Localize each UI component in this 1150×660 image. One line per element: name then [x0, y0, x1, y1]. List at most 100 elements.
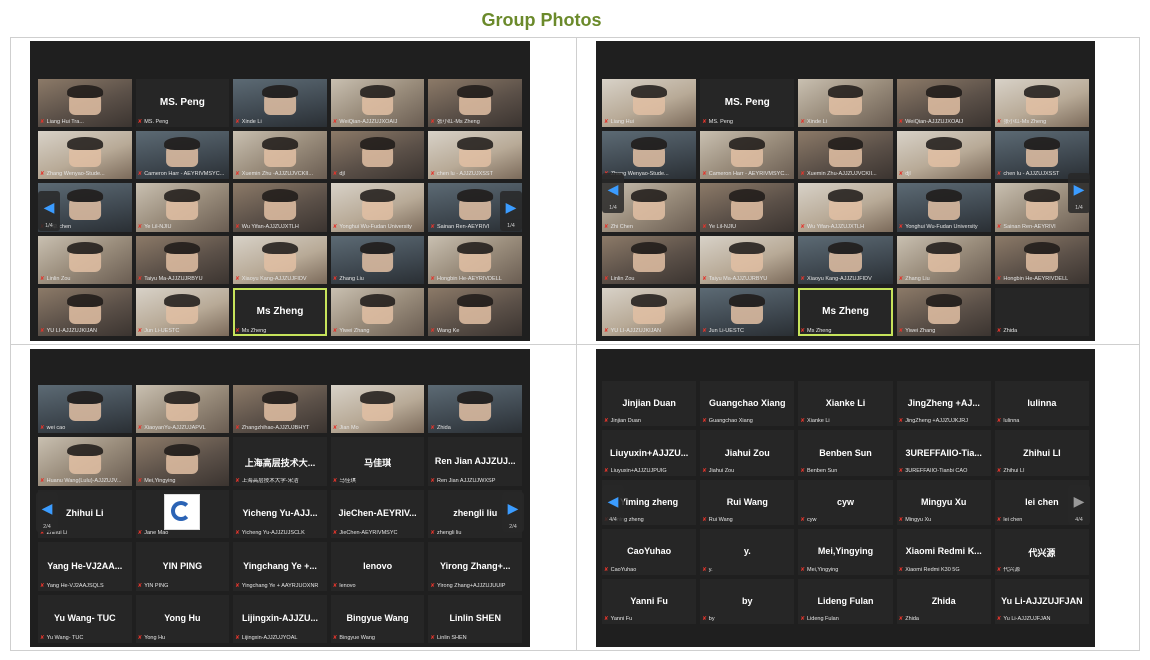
participant-tile[interactable]: JingZheng +AJ... ✘ JingZheng +AJJZUJKJRJ [896, 381, 991, 427]
participant-tile[interactable]: ✘ Wu Yifan-AJJZUJXTLH [233, 183, 327, 232]
participant-tile[interactable]: ✘ Hongbin He-AEYRIVDELL [994, 235, 1089, 284]
participant-tile[interactable]: ✘ Yiwei Zhang [330, 287, 425, 336]
participant-tile[interactable]: ✘ Zhang Liu [330, 235, 425, 284]
participant-tile[interactable]: JieChen-AEYRIV... ✘ JieChen-AEYRIVMSYC [330, 489, 425, 539]
participant-tile[interactable]: ✘ Liang Hui Tra... [38, 79, 132, 128]
participant-tile[interactable]: Yicheng Yu-AJJ... ✘ Yicheng Yu-AJJZUJSCLK [233, 489, 327, 539]
participant-tile[interactable]: Guangchao Xiang ✘ Guangchao Xiang [700, 381, 795, 427]
participant-tile[interactable]: ✘ Zhang Liu [896, 235, 991, 284]
participant-tile[interactable]: ✘ Mei,Yingying [135, 437, 230, 486]
participant-tile[interactable]: ✘ Zhangzhihao-AJJZUJBHYT [233, 385, 327, 434]
participant-tile[interactable]: Linlin SHEN ✘ Linlin SHEN [428, 594, 522, 643]
participant-tile[interactable]: 上海高层技术大... ✘ 上海高层技术大学-宋洁 [233, 437, 327, 486]
participant-tile[interactable]: MS. Peng ✘ MS. Peng [700, 79, 795, 128]
participant-tile[interactable]: Xianke Li ✘ Xianke Li [798, 381, 893, 427]
participant-tile[interactable]: ✘ Liang Hui [602, 79, 697, 128]
participant-tile[interactable]: Rui Wang ✘ Rui Wang [700, 479, 795, 526]
participant-tile[interactable]: ✘ Zhida [994, 287, 1089, 336]
next-page-button[interactable]: ▶ 4/4 [1068, 485, 1090, 525]
participant-tile[interactable]: Zhihui LI ✘ Zhihui LI [994, 430, 1089, 476]
participant-tile[interactable]: Zhida ✘ Zhida [896, 578, 991, 624]
participant-tile[interactable]: ✘ YU LI-AJJZUJKIJAN [602, 287, 697, 336]
participant-tile[interactable]: ✘ Xuemin Zhu-AJJZUJVCKII... [798, 131, 893, 180]
participant-tile[interactable]: ✘ Yonghui Wu-Fudan University [896, 183, 991, 232]
previous-page-button[interactable]: ◀ 2/4 [36, 492, 58, 532]
next-page-button[interactable]: ▶ 2/4 [502, 492, 524, 532]
participant-tile[interactable]: ✘ Yiwei Zhang [896, 287, 991, 336]
participant-tile[interactable]: ✘ Ye Lil-NJIU [135, 183, 230, 232]
participant-tile[interactable]: 代兴源 ✘ 代兴源 [994, 529, 1089, 575]
previous-page-button[interactable]: ◀ 1/4 [38, 191, 60, 231]
participant-tile[interactable]: ✘ wei cao [38, 385, 132, 434]
participant-tile[interactable]: y. ✘ y. [700, 529, 795, 575]
participant-tile[interactable]: Ms Zheng ✘ Ms Zheng [233, 287, 327, 336]
participant-tile[interactable]: ✘ Cameron Harr - AEYRIVMSYC... [700, 131, 795, 180]
participant-tile[interactable]: Lijingxin-AJJZU... ✘ Lijingxin-AJJZUJYOAL [233, 594, 327, 643]
participant-tile[interactable]: Bingyue Wang ✘ Bingyue Wang [330, 594, 425, 643]
participant-tile[interactable]: Xiaomi Redmi K... ✘ Xiaomi Redmi K30 5G [896, 529, 991, 575]
participant-tile[interactable]: ✘ Yonghui Wu-Fudan University [330, 183, 425, 232]
participant-tile[interactable]: Mingyu Xu ✘ Mingyu Xu [896, 479, 991, 526]
participant-tile[interactable]: ✘ djl [330, 131, 425, 180]
participant-tile[interactable]: Yong Hu ✘ Yong Hu [135, 594, 230, 643]
participant-tile[interactable]: ✘ Zhida [428, 385, 522, 434]
previous-page-button[interactable]: ◀ 1/4 [602, 173, 624, 213]
previous-page-button[interactable]: ◀ 4/4 [602, 485, 624, 525]
participant-tile[interactable]: Ms Zheng ✘ Ms Zheng [798, 287, 893, 336]
participant-tile[interactable]: ✘ 张小红-Ms Zheng [428, 79, 522, 128]
participant-tile[interactable]: ✘ Xinde Li [233, 79, 327, 128]
participant-tile[interactable]: ✘ Taiyu Ma-AJJZUJRBYU [135, 235, 230, 284]
participant-tile[interactable]: ✘ djl [896, 131, 991, 180]
participant-tile[interactable]: ✘ Jun Li-UESTC [700, 287, 795, 336]
participant-tile[interactable]: Yu Li-AJJZUJFJAN ✘ Yu Li-AJJZUJFJAN [994, 578, 1089, 624]
participant-tile[interactable]: Liuyuxin+AJJZU... ✘ Liuyuxin+AJJZUJPUIG [602, 430, 697, 476]
participant-tile[interactable]: Ren Jian AJJZUJ... ✘ Ren Jian AJJZUJWXSP [428, 437, 522, 486]
participant-display-name: cyw [836, 497, 854, 508]
participant-tile[interactable]: Mei,Yingying ✘ Mei,Yingying [798, 529, 893, 575]
participant-tile[interactable]: ✘ Jane Mao [135, 489, 230, 539]
participant-tile[interactable]: cyw ✘ cyw [798, 479, 893, 526]
next-page-button[interactable]: ▶ 1/4 [500, 191, 522, 231]
participant-tile[interactable]: lenovo ✘ lenovo [330, 542, 425, 591]
participant-tile[interactable]: ✘ Cameron Harr - AEYRIVMSYC... [135, 131, 230, 180]
participant-tile[interactable]: ✘ Wang Ke [428, 287, 522, 336]
participant-tile[interactable]: ✘ Ye Lil-NJIU [700, 183, 795, 232]
participant-tile[interactable]: Jinjian Duan ✘ Jinjian Duan [602, 381, 697, 427]
participant-tile[interactable]: 3UREFFAIIO-Tia... ✘ 3UREFFAIIO-Tianbi CAO [896, 430, 991, 476]
participant-tile[interactable]: Yirong Zhang+... ✘ Yirong Zhang+AJJZUJUUIP [428, 542, 522, 591]
participant-tile[interactable]: Jiahui Zou ✘ Jiahui Zou [700, 430, 795, 476]
participant-tile[interactable]: lulinna ✘ lulinna [994, 381, 1089, 427]
participant-tile[interactable]: Yu Wang- TUC ✘ Yu Wang- TUC [38, 594, 132, 643]
participant-name-caption: ✘ Huanu Wang(Lulu)-AJJZUJV... [40, 478, 130, 485]
participant-tile[interactable]: ✘ 张小红-Ms Zheng [994, 79, 1089, 128]
participant-tile[interactable]: CaoYuhao ✘ CaoYuhao [602, 529, 697, 575]
participant-tile[interactable]: ✘ Xiaoyu Kang-AJJZUJFIDV [798, 235, 893, 284]
participant-tile[interactable]: Lideng Fulan ✘ Lideng Fulan [798, 578, 893, 624]
participant-tile[interactable]: MS. Peng ✘ MS. Peng [135, 79, 230, 128]
next-page-button[interactable]: ▶ 1/4 [1068, 173, 1090, 213]
participant-tile[interactable]: Benben Sun ✘ Benben Sun [798, 430, 893, 476]
participant-tile[interactable]: YIN PING ✘ YIN PING [135, 542, 230, 591]
participant-tile[interactable]: ✘ WeiQian-AJJZUJXOAIJ [330, 79, 425, 128]
participant-tile[interactable]: ✘ chen lu - AJJZUJXSST [428, 131, 522, 180]
participant-tile[interactable]: Yingchang Ye +... ✘ Yingchang Ye + AAYRJUO… [233, 542, 327, 591]
participant-tile[interactable]: ✘ Linlin Zou [38, 235, 132, 284]
participant-tile[interactable]: 马佳琪 ✘ 马佳琪 [330, 437, 425, 486]
participant-tile[interactable]: by ✘ by [700, 578, 795, 624]
participant-tile[interactable]: ✘ Taiyu Ma-AJJZUJRBYU [700, 235, 795, 284]
participant-tile[interactable]: ✘ WeiQian-AJJZUJXOAIJ [896, 79, 991, 128]
participant-tile[interactable]: ✘ Xuemin Zhu -AJJZUJVCKII... [233, 131, 327, 180]
participant-tile[interactable]: ✘ XiaoyanYu-AJJZUJAPVL [135, 385, 230, 434]
participant-tile[interactable]: ✘ Wu Yifan-AJJZUJXTLH [798, 183, 893, 232]
participant-tile[interactable]: ✘Zhang Wenyao-Stude... [38, 131, 132, 180]
participant-tile[interactable]: Yang He-VJ2AA... ✘ Yang He-VJ2AAJSQLS [38, 542, 132, 591]
participant-tile[interactable]: ✘ Xiaoyu Kang-AJJZUJFIDV [233, 235, 327, 284]
participant-tile[interactable]: ✘ Jun Li-UESTC [135, 287, 230, 336]
participant-tile[interactable]: ✘ YU LI-AJJZUJKIJAN [38, 287, 132, 336]
participant-tile[interactable]: ✘ Jian Mo [330, 385, 425, 434]
participant-tile[interactable]: ✘ Huanu Wang(Lulu)-AJJZUJV... [38, 437, 132, 486]
participant-tile[interactable]: ✘ Xinde Li [798, 79, 893, 128]
participant-tile[interactable]: Yanni Fu ✘ Yanni Fu [602, 578, 697, 624]
participant-tile[interactable]: ✘ Linlin Zou [602, 235, 697, 284]
participant-tile[interactable]: ✘ Hongbin He-AEYRIVDELL [428, 235, 522, 284]
